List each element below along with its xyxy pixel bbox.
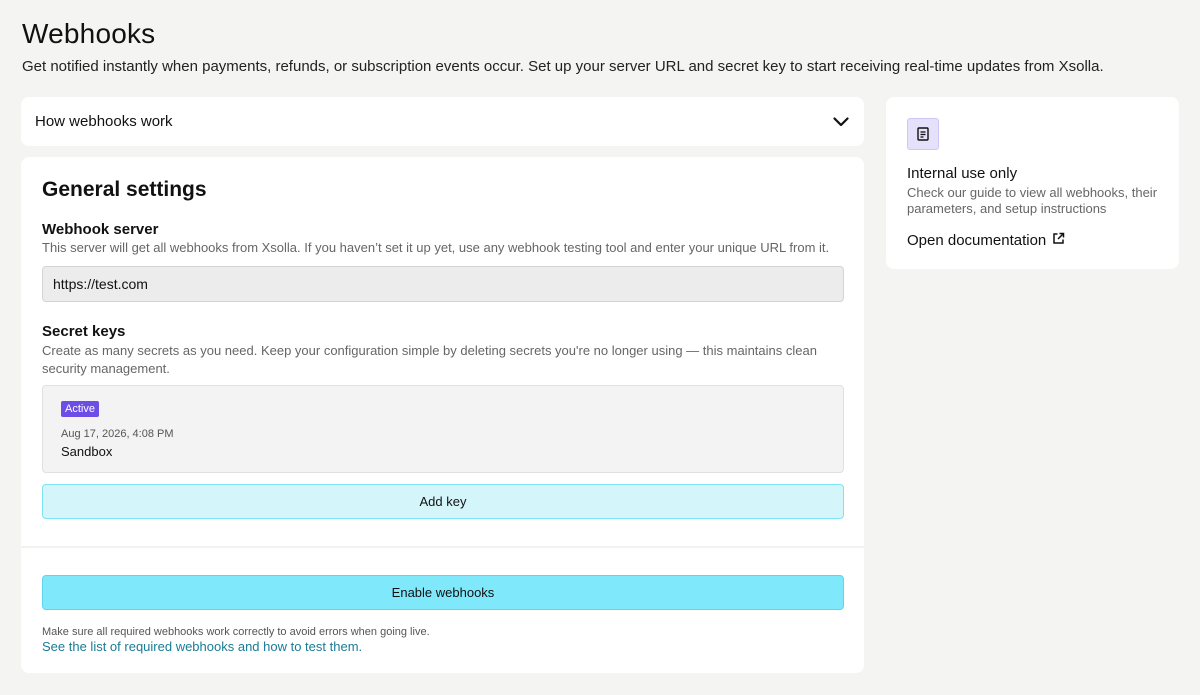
secret-keys-description: Create as many secrets as you need. Keep… bbox=[42, 343, 817, 376]
internal-use-title: Internal use only bbox=[907, 165, 1018, 182]
general-settings-card: General settings Webhook server This ser… bbox=[21, 157, 864, 673]
required-webhooks-link[interactable]: See the list of required webhooks and ho… bbox=[42, 639, 362, 654]
page-subtitle: Get notified instantly when payments, re… bbox=[22, 58, 1104, 75]
enable-webhooks-button[interactable]: Enable webhooks bbox=[42, 575, 844, 610]
document-icon bbox=[907, 118, 939, 150]
accordion-title: How webhooks work bbox=[35, 113, 173, 130]
external-link-icon bbox=[1052, 232, 1065, 249]
key-created-date: Aug 17, 2026, 4:08 PM bbox=[61, 428, 174, 440]
divider bbox=[21, 546, 864, 548]
webhook-server-description: This server will get all webhooks from X… bbox=[42, 240, 830, 255]
footer-note: Make sure all required webhooks work cor… bbox=[42, 626, 430, 638]
chevron-down-icon[interactable] bbox=[832, 113, 850, 131]
documentation-card: Internal use only Check our guide to vie… bbox=[886, 97, 1179, 269]
secret-keys-label: Secret keys bbox=[42, 323, 126, 340]
add-key-button[interactable]: Add key bbox=[42, 484, 844, 519]
page-title: Webhooks bbox=[22, 18, 156, 49]
open-documentation-link[interactable]: Open documentation bbox=[907, 232, 1065, 249]
secret-key-item[interactable]: Active Aug 17, 2026, 4:08 PM Sandbox bbox=[42, 385, 844, 473]
documentation-description: Check our guide to view all webhooks, th… bbox=[907, 185, 1158, 216]
webhook-server-label: Webhook server bbox=[42, 221, 159, 238]
general-settings-title: General settings bbox=[42, 178, 207, 201]
open-documentation-label: Open documentation bbox=[907, 232, 1047, 249]
status-badge: Active bbox=[61, 401, 99, 417]
key-name: Sandbox bbox=[61, 444, 113, 459]
how-webhooks-work-accordion[interactable]: How webhooks work bbox=[21, 97, 864, 146]
webhook-url-input[interactable] bbox=[42, 266, 844, 302]
